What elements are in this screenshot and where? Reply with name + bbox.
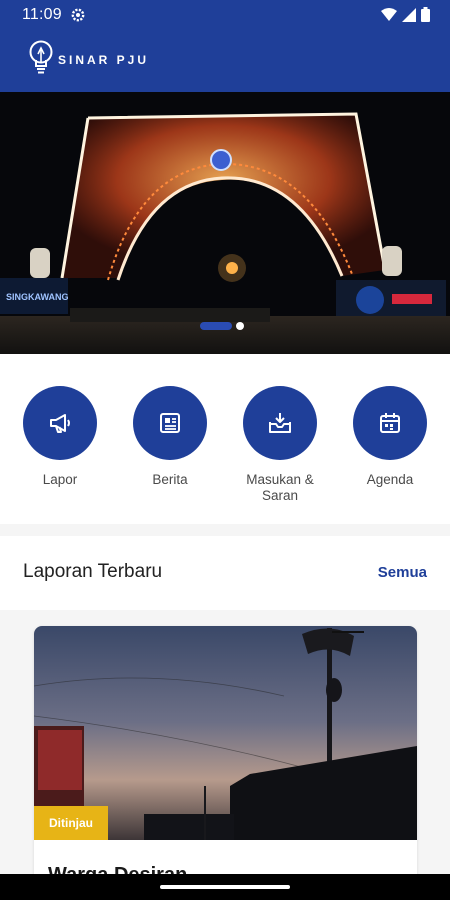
quick-menu: Lapor Berita Masukan & Saran Agenda: [0, 354, 450, 524]
menu-agenda[interactable]: Agenda: [340, 386, 440, 488]
section-title: Laporan Terbaru: [23, 561, 163, 582]
see-all-link[interactable]: Semua: [378, 564, 427, 581]
report-card[interactable]: Ditinjau Warga Desiran: [34, 626, 417, 886]
carousel-dot[interactable]: [236, 322, 244, 330]
menu-lapor[interactable]: Lapor: [10, 386, 110, 488]
battery-icon: [421, 7, 430, 22]
menu-lapor-label: Lapor: [42, 472, 78, 487]
app-logo: SINAR PJU: [28, 40, 149, 76]
menu-berita-label: Berita: [152, 472, 188, 487]
menu-masukan-saran[interactable]: Masukan & Saran: [230, 386, 330, 504]
menu-masukan-saran-button[interactable]: [243, 386, 317, 460]
section-header: Laporan Terbaru Semua: [0, 536, 450, 610]
hero-image: SINGKAWANG: [0, 92, 450, 354]
carousel-dot-active[interactable]: [200, 322, 232, 330]
menu-masukan-saran-label: Masukan & Saran: [246, 472, 314, 503]
status-bar: 11:09: [0, 0, 450, 30]
app-name: SINAR PJU: [58, 53, 150, 67]
system-nav-bar: [0, 874, 450, 900]
home-handle[interactable]: [160, 885, 290, 889]
menu-berita-button[interactable]: [133, 386, 207, 460]
menu-berita[interactable]: Berita: [120, 386, 220, 488]
app-bar: SINAR PJU: [0, 30, 450, 92]
gear-icon: [71, 8, 85, 22]
status-time: 11:09: [22, 6, 62, 23]
megaphone-icon: [50, 414, 70, 433]
carousel-indicator[interactable]: [200, 322, 244, 330]
status-badge: Ditinjau: [34, 806, 108, 840]
newspaper-icon: [160, 413, 180, 433]
menu-lapor-button[interactable]: [23, 386, 97, 460]
menu-agenda-button[interactable]: [353, 386, 427, 460]
hero-sign-text: SINGKAWANG: [6, 292, 69, 302]
hero-banner[interactable]: SINGKAWANG: [0, 92, 450, 354]
wifi-icon: [381, 7, 397, 21]
signal-icon: [402, 7, 416, 22]
calendar-icon: [380, 413, 400, 433]
menu-agenda-label: Agenda: [366, 472, 414, 487]
lightbulb-icon: [29, 40, 53, 74]
inbox-icon: [269, 413, 291, 433]
